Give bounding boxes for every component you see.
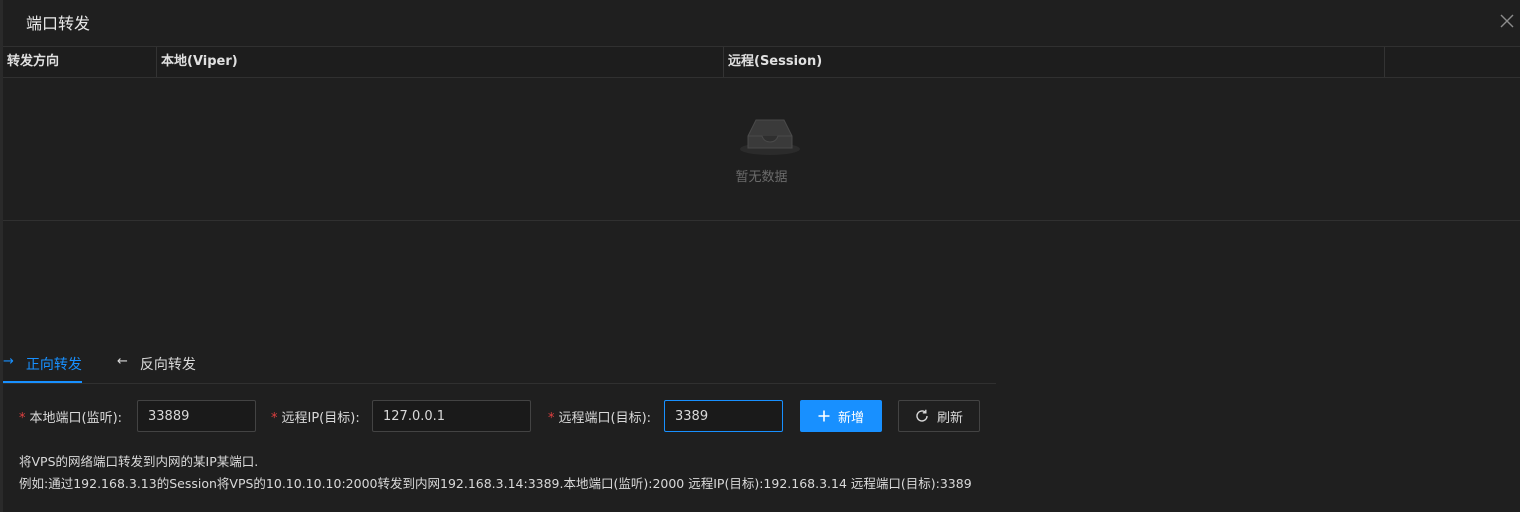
local-port-input[interactable] xyxy=(137,400,256,432)
refresh-button[interactable]: 刷新 xyxy=(898,400,980,432)
modal-header: 端口转发 xyxy=(3,0,1520,47)
table-empty-state: 暂无数据 xyxy=(3,78,1520,221)
tab-forward-label: 正向转发 xyxy=(25,357,82,373)
arrow-right-icon: → xyxy=(3,354,14,369)
empty-text: 暂无数据 xyxy=(735,170,788,185)
help-text-line1: 将VPS的网络端口转发到内网的某IP某端口. xyxy=(19,454,259,469)
remote-port-input[interactable] xyxy=(664,400,783,432)
remote-port-label: * 远程端口(目标): xyxy=(548,411,652,426)
empty-inbox-icon xyxy=(740,119,800,155)
forward-form: *本地端口(监听): *远程IP(目标): *远程端口(目标): 新增 刷新 xyxy=(3,400,1003,432)
local-port-label: * 本地端口(监听): xyxy=(19,411,123,426)
port-forward-modal: 端口转发 转发方向 本地(Viper) 远程(Session) 暂无数据 → 正… xyxy=(3,0,1520,512)
tab-reverse[interactable]: ← 反向转发 xyxy=(117,354,196,382)
close-button[interactable] xyxy=(1496,10,1518,32)
forward-direction-tabs: → 正向转发 ← 反向转发 xyxy=(3,346,996,384)
column-header-actions xyxy=(1384,47,1520,77)
refresh-icon xyxy=(916,409,928,422)
column-header-local[interactable]: 本地(Viper) xyxy=(156,47,723,77)
tab-forward[interactable]: → 正向转发 xyxy=(3,354,82,383)
remote-ip-input[interactable] xyxy=(372,400,531,432)
arrow-left-icon: ← xyxy=(117,354,128,369)
tab-reverse-label: 反向转发 xyxy=(139,357,196,373)
column-header-remote[interactable]: 远程(Session) xyxy=(723,47,1384,77)
table-header: 转发方向 本地(Viper) 远程(Session) xyxy=(3,47,1520,78)
help-text-line2: 例如:通过192.168.3.13的Session将VPS的10.10.10.1… xyxy=(19,476,972,491)
modal-title: 端口转发 xyxy=(26,14,91,33)
add-button[interactable]: 新增 xyxy=(800,400,882,432)
column-header-direction[interactable]: 转发方向 xyxy=(3,47,156,77)
plus-icon xyxy=(818,410,830,422)
refresh-button-label: 刷新 xyxy=(936,410,963,426)
add-button-label: 新增 xyxy=(837,410,864,426)
remote-ip-label: * 远程IP(目标): xyxy=(271,411,360,426)
close-icon xyxy=(1500,14,1514,28)
